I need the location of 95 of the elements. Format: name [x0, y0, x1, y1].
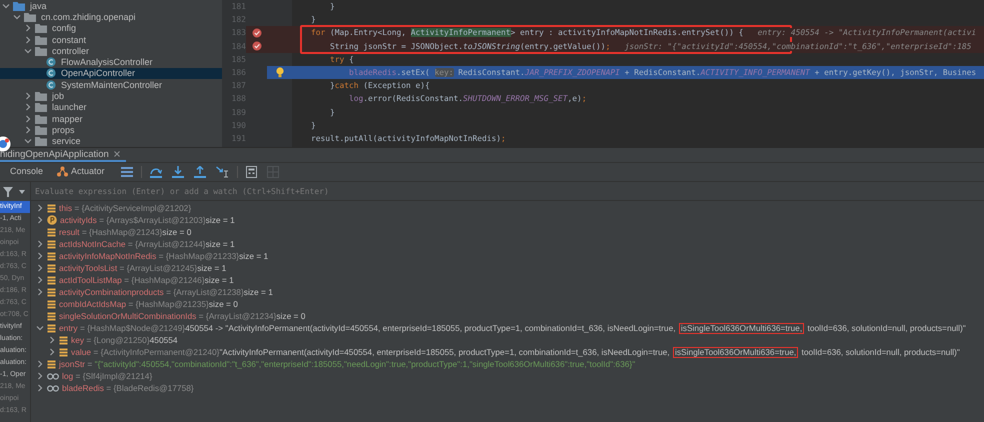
parameter-icon: [47, 215, 57, 225]
calculator-icon[interactable]: [246, 166, 257, 178]
chevron-icon[interactable]: [24, 137, 32, 146]
tree-item[interactable]: launcher: [24, 102, 222, 113]
folder-icon: [35, 124, 47, 135]
folder-icon: [13, 0, 25, 11]
dropdown-icon[interactable]: [19, 190, 25, 194]
step-out-icon[interactable]: [194, 166, 206, 178]
variable-entry[interactable]: this = {AcitivityServiceImpl@21202}: [59, 202, 192, 214]
variable-entry[interactable]: key = {Long@21250}450554: [71, 334, 178, 346]
run-to-cursor-icon[interactable]: [216, 166, 229, 178]
breakpoint-icon[interactable]: [252, 41, 262, 52]
step-into-icon[interactable]: [172, 166, 184, 178]
tree-item[interactable]: cn.com.zhiding.openapi: [13, 11, 222, 23]
field-icon: [59, 336, 68, 344]
chevron-icon[interactable]: [24, 36, 32, 44]
class-icon: [46, 80, 56, 90]
close-icon[interactable]: [114, 151, 120, 157]
rings-icon: [47, 372, 59, 380]
field-icon: [47, 360, 56, 368]
step-over-icon[interactable]: [150, 166, 162, 178]
chevron-icon[interactable]: [36, 264, 44, 272]
breakpoint-icon[interactable]: [252, 28, 262, 38]
variable-entry[interactable]: value = {ActivityInfoPermanent@21240}"ActivityInfoPermanent(activityId=450554, enterpriseId=185055, productType=1, combinationId=t_636, isNeedLogin=true, isSingleTool636OrMulti636=true, toolId=636, solutionId=null, products=null)": [71, 346, 960, 358]
folder-icon: [35, 23, 47, 34]
field-icon: [47, 300, 56, 308]
filter-icon[interactable]: [3, 186, 13, 196]
field-icon: [47, 324, 56, 332]
tree-item[interactable]: constant: [24, 34, 222, 46]
nodes-icon: [57, 166, 68, 176]
variable-entry[interactable]: result = {HashMap@21243}size = 0: [59, 226, 192, 238]
variable-entry[interactable]: activityIds = {Arrays$ArrayList@21203}size = 1: [60, 214, 235, 226]
chevron-icon[interactable]: [36, 276, 44, 284]
variable-entry[interactable]: log = {Slf4jImpl@21214}: [62, 370, 152, 382]
field-icon: [59, 348, 68, 356]
chevron-icon[interactable]: [13, 12, 21, 21]
variable-entry[interactable]: singleSolutionOrMultiCombinationIds = {ArrayList@21234}size = 0: [59, 310, 306, 322]
variable-entry[interactable]: bladeRedis = {BladeRedis@17758}: [62, 382, 194, 394]
menu-icon[interactable]: [120, 167, 133, 177]
chevron-icon[interactable]: [36, 360, 44, 368]
field-icon: [47, 240, 56, 248]
variable-entry[interactable]: combIdActIdsMap = {HashMap@21235}size = 0: [59, 298, 238, 310]
tree-item[interactable]: SystemMaintenController: [35, 79, 222, 90]
field-icon: [47, 228, 56, 236]
chevron-icon[interactable]: [24, 46, 32, 55]
chevron-icon[interactable]: [36, 372, 44, 380]
field-icon: [47, 204, 56, 212]
chevron-icon[interactable]: [36, 288, 44, 296]
variable-entry[interactable]: entry = {HashMap$Node@21249}450554 -> "ActivityInfoPermanent(activityId=450554, enterpriseId=185055, productType=1, combinationId=t_636, isNeedLogin=true, isSingleTool636OrMulti636=true, toolId=636, solutionId=null, products=null)": [59, 322, 966, 334]
chevron-icon[interactable]: [36, 252, 44, 260]
tree-item[interactable]: controller: [24, 45, 222, 56]
chevron-icon[interactable]: [36, 216, 44, 224]
chevron-icon[interactable]: [48, 336, 56, 344]
tree-item[interactable]: java: [2, 0, 222, 12]
tree-item[interactable]: service: [24, 136, 222, 147]
variable-entry[interactable]: activityToolsList = {ArrayList@21245}size = 1: [59, 262, 226, 274]
chevron-icon[interactable]: [36, 204, 44, 212]
rings-icon: [47, 384, 59, 392]
field-icon: [47, 276, 56, 284]
tree-item[interactable]: props: [24, 124, 222, 136]
chevron-icon[interactable]: [36, 384, 44, 392]
variable-entry[interactable]: activityCombinationproducts = {ArrayList@21238}size = 1: [59, 286, 273, 298]
chevron-icon[interactable]: [24, 126, 32, 134]
tree-item[interactable]: OpenApiController: [0, 68, 222, 80]
chevron-icon[interactable]: [24, 24, 32, 32]
tree-item[interactable]: FlowAnalysisController: [35, 56, 222, 68]
folder-icon: [35, 102, 47, 112]
folder-icon: [35, 91, 47, 102]
debug-tab[interactable]: Actuator: [57, 164, 105, 180]
class-icon: [46, 68, 56, 78]
variable-entry[interactable]: actIdsNotInCache = {ArrayList@21244}size = 1: [59, 238, 235, 250]
tree-item[interactable]: job: [24, 90, 222, 102]
tree-item[interactable]: mapper: [24, 112, 222, 124]
variable-entry[interactable]: actIdToolListMap = {HashMap@21246}size = 1: [59, 274, 234, 286]
debug-tab[interactable]: Console: [10, 165, 44, 179]
chevron-icon[interactable]: [2, 2, 10, 10]
folder-icon: [35, 34, 47, 45]
field-icon: [47, 252, 56, 260]
chevron-icon[interactable]: [24, 92, 32, 100]
folder-icon: [24, 12, 36, 22]
class-icon: [46, 57, 56, 68]
chevron-icon[interactable]: [36, 240, 44, 248]
folder-icon: [35, 46, 47, 56]
field-icon: [47, 288, 56, 296]
variable-entry[interactable]: activityInfoMapNotInRedis = {HashMap@21233}size = 1: [59, 250, 268, 262]
chevron-icon[interactable]: [36, 324, 44, 332]
folder-icon: [35, 114, 47, 124]
chevron-icon[interactable]: [48, 348, 56, 356]
tree-item[interactable]: config: [24, 22, 222, 34]
field-icon: [47, 312, 56, 320]
chevron-icon[interactable]: [24, 103, 32, 112]
variable-entry[interactable]: jsonStr = "{"activityId":450554,"combinationId":"t_636","enterpriseId":185055,"needLogin":true,"productType":1,"singleTool636OrMulti636":true,"toolId":636}": [59, 358, 636, 370]
chevron-icon[interactable]: [24, 114, 32, 123]
lightbulb-icon[interactable]: [276, 67, 284, 78]
field-icon: [47, 264, 56, 272]
